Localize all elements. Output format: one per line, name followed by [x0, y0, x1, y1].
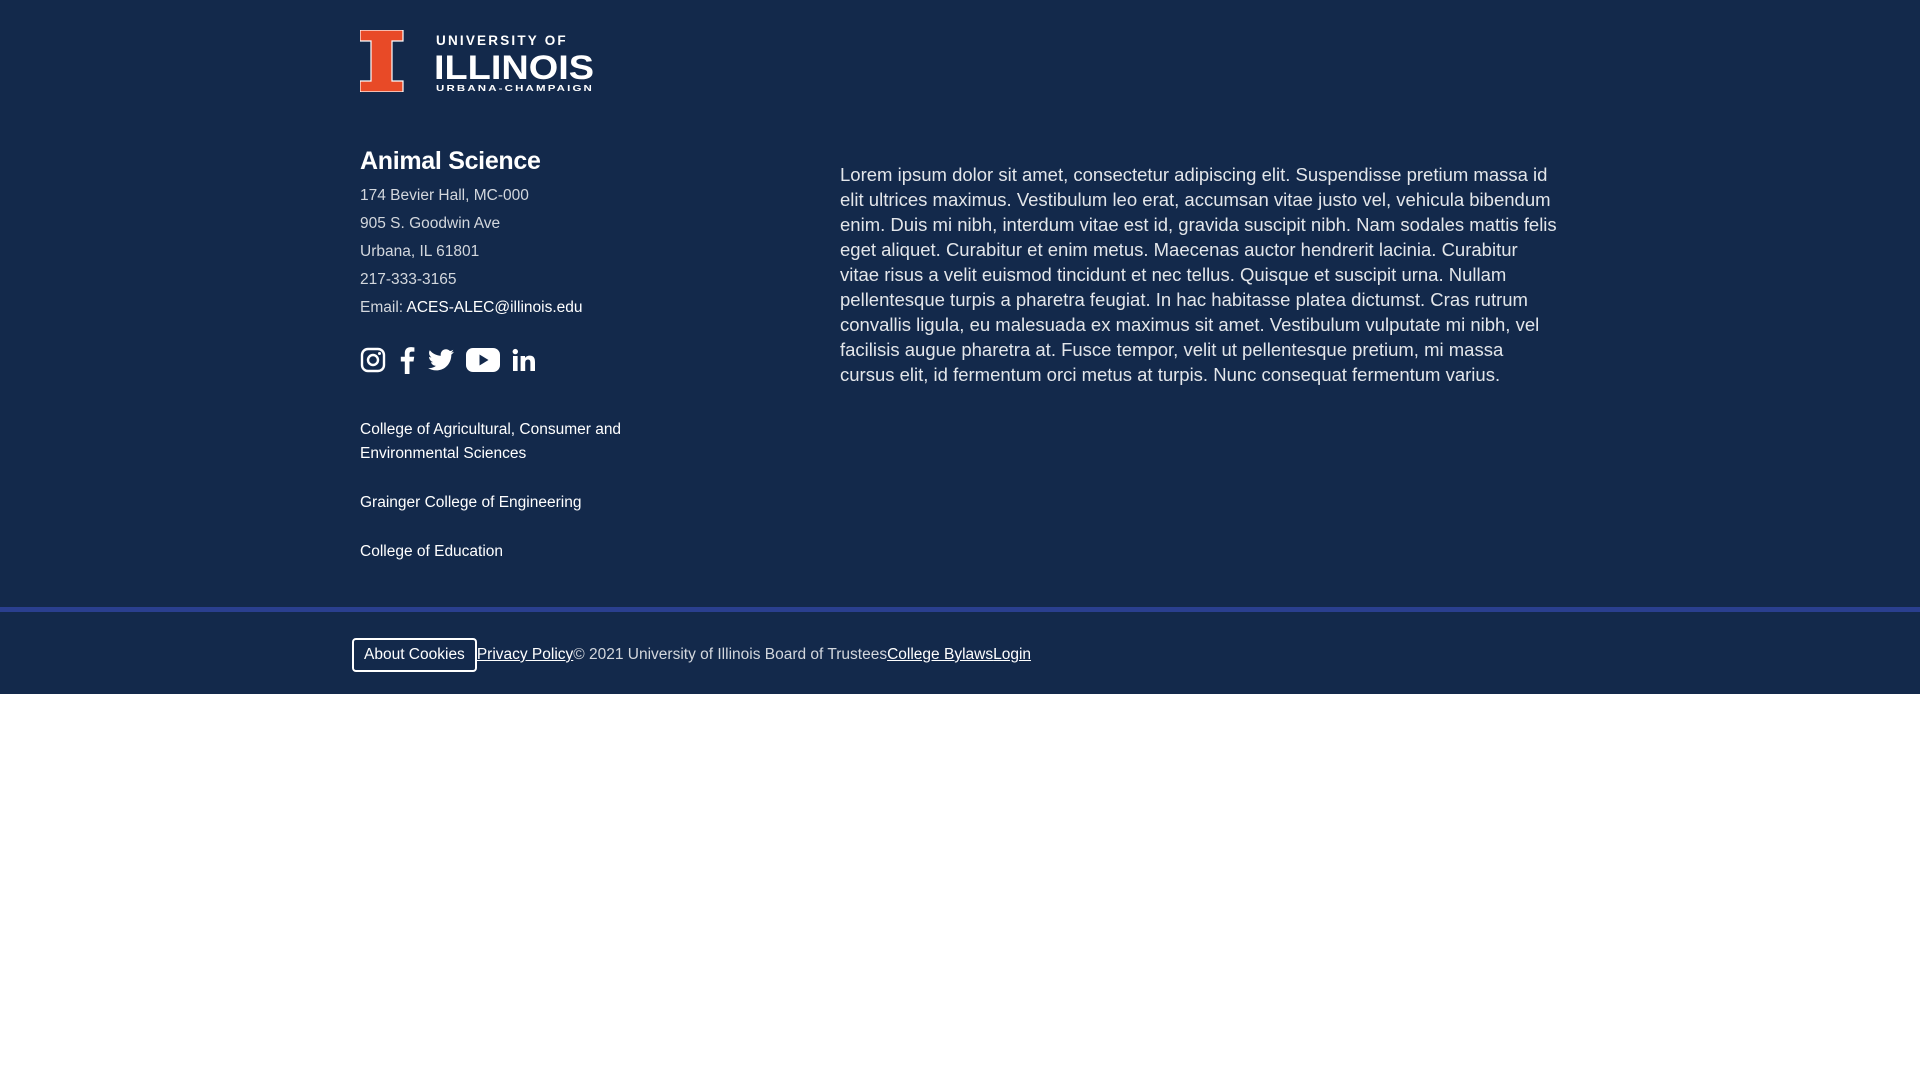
unit-name: Animal Science — [360, 147, 541, 175]
logo-line-1: UNIVERSITY OF — [436, 33, 568, 48]
instagram-icon[interactable] — [360, 347, 386, 373]
legal-links: About Cookies Privacy Policy © 2021 Univ… — [352, 638, 1031, 672]
copyright-text: © 2021 University of Illinois Board of T… — [573, 646, 888, 663]
link-grainger-engineering[interactable]: Grainger College of Engineering — [360, 491, 660, 515]
university-of-illinois-logo[interactable]: UNIVERSITY OF ILLINOIS URBANA-CHAMPAIGN — [360, 30, 596, 92]
youtube-icon[interactable] — [466, 348, 500, 372]
email-label: Email: — [360, 299, 407, 316]
facebook-icon[interactable] — [398, 346, 416, 374]
site-footer: UNIVERSITY OF ILLINOIS URBANA-CHAMPAIGN … — [0, 0, 1920, 609]
linkedin-icon[interactable] — [512, 348, 536, 372]
address-line-3: Urbana, IL 61801 — [360, 243, 480, 260]
legal-bar: About Cookies Privacy Policy © 2021 Univ… — [0, 612, 1920, 694]
about-cookies-button[interactable]: About Cookies — [352, 638, 477, 672]
address-line-1: 174 Bevier Hall, MC-000 — [360, 187, 529, 204]
college-bylaws-link[interactable]: College Bylaws — [887, 646, 993, 664]
logo-line-3: URBANA-CHAMPAIGN — [436, 83, 594, 92]
twitter-icon[interactable] — [428, 349, 454, 371]
link-college-of-education[interactable]: College of Education — [360, 540, 660, 564]
college-links: College of Agricultural, Consumer and En… — [360, 418, 660, 589]
block-i-mark — [360, 30, 404, 92]
privacy-policy-link[interactable]: Privacy Policy — [477, 646, 573, 664]
phone-number: 217-333-3165 — [360, 271, 457, 288]
logo-line-2: ILLINOIS — [434, 49, 594, 87]
social-links — [360, 344, 548, 376]
address-line-2: 905 S. Goodwin Ave — [360, 215, 501, 232]
email-link[interactable]: ACES-ALEC@illinois.edu — [407, 299, 583, 316]
footer-description: Lorem ipsum dolor sit amet, consectetur … — [840, 164, 1557, 385]
login-link[interactable]: Login — [993, 646, 1031, 664]
link-college-aces[interactable]: College of Agricultural, Consumer and En… — [360, 418, 660, 466]
contact-block: 174 Bevier Hall, MC-000 905 S. Goodwin A… — [360, 182, 583, 322]
email-line: Email: ACES-ALEC@illinois.edu — [360, 294, 583, 322]
